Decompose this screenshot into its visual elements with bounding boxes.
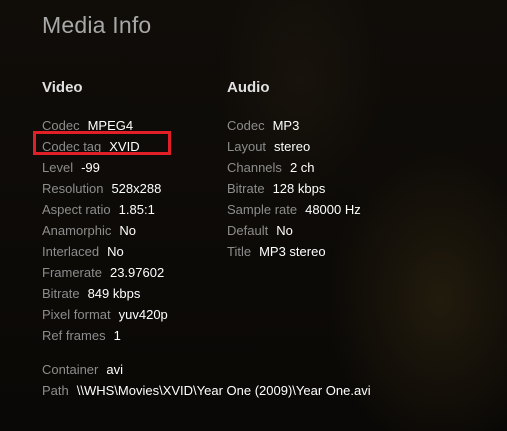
info-label: Container xyxy=(42,362,99,377)
info-label: Pixel format xyxy=(42,307,111,322)
info-value: -99 xyxy=(81,160,100,175)
video-aspect-ratio-row: Aspect ratio 1.85:1 xyxy=(42,199,168,220)
info-value: MP3 xyxy=(272,118,300,133)
video-ref-frames-row: Ref frames 1 xyxy=(42,325,168,346)
video-framerate-row: Framerate 23.97602 xyxy=(42,262,168,283)
info-label: Framerate xyxy=(42,265,102,280)
info-label: Sample rate xyxy=(227,202,298,217)
info-label: Aspect ratio xyxy=(42,202,111,217)
info-label: Title xyxy=(227,244,252,259)
info-value: 849 kbps xyxy=(87,286,141,301)
info-label: Default xyxy=(227,223,269,238)
video-pixel-format-row: Pixel format yuv420p xyxy=(42,304,168,325)
info-value: 48000 Hz xyxy=(305,202,361,217)
info-value: stereo xyxy=(274,139,311,154)
audio-info-list: Codec MP3 Layout stereo Channels 2 ch Bitra… xyxy=(227,115,361,262)
audio-channels-row: Channels 2 ch xyxy=(227,157,361,178)
audio-sample-rate-row: Sample rate 48000 Hz xyxy=(227,199,361,220)
info-value: No xyxy=(276,223,293,238)
info-value: MP3 stereo xyxy=(259,244,326,259)
info-label: Layout xyxy=(227,139,267,154)
container-row: Container avi xyxy=(42,359,371,380)
highlight-box xyxy=(33,131,171,155)
page-title: Media Info xyxy=(42,12,152,38)
info-value: No xyxy=(107,244,124,259)
info-value: 1.85:1 xyxy=(118,202,155,217)
video-interlaced-row: Interlaced No xyxy=(42,241,168,262)
audio-section-title: Audio xyxy=(227,79,270,96)
info-label: Resolution xyxy=(42,181,104,196)
info-value: No xyxy=(119,223,136,238)
video-anamorphic-row: Anamorphic No xyxy=(42,220,168,241)
path-row: Path \\WHS\Movies\XVID\Year One (2009)\Ye… xyxy=(42,380,371,401)
info-label: Channels xyxy=(227,160,282,175)
video-section-title: Video xyxy=(42,79,83,96)
info-label: Path xyxy=(42,383,69,398)
audio-title-row: Title MP3 stereo xyxy=(227,241,361,262)
video-bitrate-row: Bitrate 849 kbps xyxy=(42,283,168,304)
info-label: Bitrate xyxy=(227,181,265,196)
audio-bitrate-row: Bitrate 128 kbps xyxy=(227,178,361,199)
info-label: Anamorphic xyxy=(42,223,112,238)
info-value: avi xyxy=(106,362,123,377)
audio-default-row: Default No xyxy=(227,220,361,241)
info-value: yuv420p xyxy=(118,307,168,322)
info-label: Bitrate xyxy=(42,286,80,301)
audio-codec-row: Codec MP3 xyxy=(227,115,361,136)
file-info-list: Container avi Path \\WHS\Movies\XVID\Year … xyxy=(42,359,371,401)
audio-layout-row: Layout stereo xyxy=(227,136,361,157)
info-label: Level xyxy=(42,160,74,175)
video-level-row: Level -99 xyxy=(42,157,168,178)
info-value: 1 xyxy=(113,328,121,343)
info-value: 128 kbps xyxy=(272,181,326,196)
info-label: Interlaced xyxy=(42,244,100,259)
info-value: 2 ch xyxy=(289,160,315,175)
info-value: 23.97602 xyxy=(109,265,165,280)
info-value: 528x288 xyxy=(111,181,162,196)
info-label: Codec xyxy=(227,118,265,133)
info-label: Ref frames xyxy=(42,328,106,343)
video-resolution-row: Resolution 528x288 xyxy=(42,178,168,199)
info-value: \\WHS\Movies\XVID\Year One (2009)\Year O… xyxy=(76,383,371,398)
